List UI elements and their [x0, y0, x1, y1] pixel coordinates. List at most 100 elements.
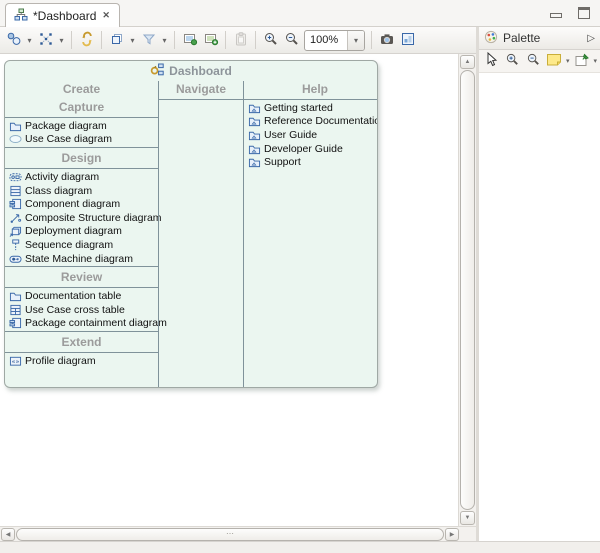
dashboard-item-user-guide[interactable]: User Guide [244, 128, 378, 142]
dashboard-item-sequence-diagram[interactable]: Sequence diagram [5, 238, 158, 252]
zoom-in-icon [263, 31, 279, 50]
zoom-level-combo[interactable]: 100% ▾ [304, 30, 365, 51]
help-folder-icon [247, 115, 261, 128]
tab-dashboard[interactable]: *Dashboard ✕ [5, 3, 120, 27]
create-column-header: Create [5, 81, 158, 98]
synchronize-icon [79, 31, 95, 50]
separator [5, 266, 158, 267]
dashboard-item-use-case-cross-table[interactable]: Use Case cross table [5, 303, 158, 317]
toolbar-separator [371, 31, 372, 49]
scroll-left-button[interactable]: ◀ [1, 528, 15, 541]
zoom-in-icon [505, 52, 520, 70]
dashboard-item-documentation-table[interactable]: Documentation table [5, 289, 158, 303]
zoom-out-icon [526, 52, 541, 70]
dashboard-item-reference-documentation[interactable]: Reference Documentation [244, 115, 378, 129]
select-tool-button[interactable] [481, 51, 501, 72]
palette-header[interactable]: Palette ▷ [479, 27, 600, 50]
dashboard-item-component-diagram[interactable]: Component diagram [5, 197, 158, 211]
palette-expand-icon[interactable]: ▷ [587, 33, 595, 44]
scroll-right-icon: ▶ [450, 531, 455, 538]
zoom-in-button[interactable] [260, 29, 281, 51]
item-label: User Guide [264, 129, 317, 141]
arrange-dropdown[interactable]: ▾ [56, 29, 67, 51]
item-label: Getting started [264, 102, 333, 114]
dashboard-item-getting-started[interactable]: Getting started [244, 101, 378, 115]
minimize-icon[interactable] [550, 13, 562, 18]
view-controls [550, 7, 590, 19]
dashboard-item-package-diagram[interactable]: Package diagram [5, 119, 158, 133]
cursor-icon [485, 52, 498, 70]
dashboard-item-state-machine-diagram[interactable]: State Machine diagram [5, 252, 158, 266]
add-image-button[interactable] [200, 29, 221, 51]
dashboard-title-label: Dashboard [169, 64, 232, 78]
close-icon[interactable]: ✕ [101, 10, 111, 21]
fit-to-window-button[interactable] [397, 29, 418, 51]
dashboard-item-deployment-diagram[interactable]: Deployment diagram [5, 225, 158, 239]
maximize-icon[interactable] [578, 7, 590, 19]
arrange-button[interactable] [35, 29, 56, 51]
copy-appearance-button[interactable] [106, 29, 127, 51]
paste-button[interactable] [230, 29, 251, 51]
zoom-out-icon [284, 31, 300, 50]
palette-body[interactable] [479, 73, 600, 541]
item-label: Support [264, 156, 301, 168]
dashboard-item-composite-structure-diagram[interactable]: Composite Structure diagram [5, 211, 158, 225]
filter-dropdown[interactable]: ▾ [159, 29, 170, 51]
palette-zoom-in-button[interactable] [502, 51, 522, 72]
dashboard-item-use-case-diagram[interactable]: Use Case diagram [5, 133, 158, 147]
palette-panel: Palette ▷ ▾ ▾ [479, 27, 600, 541]
snapshot-button[interactable] [376, 29, 397, 51]
dashboard-columns: Create CapturePackage diagramUse Case di… [5, 81, 377, 387]
scroll-right-button[interactable]: ▶ [445, 528, 459, 541]
add-element-dropdown[interactable]: ▾ [24, 29, 35, 51]
help-folder-icon [247, 128, 261, 141]
separator [5, 168, 158, 169]
copy-appearance-dropdown[interactable]: ▾ [127, 29, 138, 51]
synchronize-button[interactable] [76, 29, 97, 51]
item-label: Use Case cross table [25, 304, 125, 316]
zoom-out-button[interactable] [281, 29, 302, 51]
chevron-down-icon: ▾ [566, 58, 570, 65]
dashboard-item-activity-diagram[interactable]: Activity diagram [5, 170, 158, 184]
filter-button[interactable] [138, 29, 159, 51]
scroll-up-button[interactable]: ▲ [460, 55, 475, 69]
toolbar-separator [174, 31, 175, 49]
dashboard-tab-icon [14, 8, 28, 24]
scroll-down-button[interactable]: ▼ [460, 511, 475, 525]
help-folder-icon [247, 101, 261, 114]
dashboard-item-profile-diagram[interactable]: «»Profile diagram [5, 354, 158, 368]
note-tool-dropdown[interactable]: ▾ [565, 57, 571, 65]
zoom-level-value[interactable]: 100% [305, 34, 347, 46]
add-element-button[interactable] [3, 29, 24, 51]
chevron-down-icon: ▾ [593, 58, 597, 65]
folder-icon [8, 290, 22, 303]
image-plus-icon [203, 31, 219, 50]
dashboard-item-support[interactable]: Support [244, 155, 378, 169]
copy-icon [109, 31, 125, 50]
item-label: Reference Documentation [264, 115, 378, 127]
diagram-toolbar: ▾ ▾ ▾ ▾ [0, 27, 476, 54]
separator [244, 99, 378, 100]
horizontal-scrollbar-thumb[interactable]: ⋯ [16, 528, 444, 541]
copy-image-button[interactable] [179, 29, 200, 51]
shortcut-tool-button[interactable] [572, 51, 592, 72]
shortcut-tool-dropdown[interactable]: ▾ [593, 57, 599, 65]
separator [5, 117, 158, 118]
sequence-icon [8, 238, 22, 251]
dashboard-item-developer-guide[interactable]: Developer Guide [244, 142, 378, 156]
navigate-column: Navigate [158, 81, 243, 387]
vertical-scrollbar-thumb[interactable] [460, 70, 475, 510]
dashboard-panel[interactable]: Dashboard Create CapturePackage diagramU… [4, 60, 378, 388]
dashboard-item-package-containment-diagram[interactable]: Package containment diagram [5, 317, 158, 331]
help-folder-icon [247, 156, 261, 169]
horizontal-scrollbar[interactable]: ◀ ⋯ ▶ [0, 526, 476, 541]
dashboard-item-class-diagram[interactable]: Class diagram [5, 184, 158, 198]
note-tool-button[interactable] [544, 51, 564, 72]
palette-zoom-out-button[interactable] [523, 51, 543, 72]
diagram-canvas[interactable]: Dashboard Create CapturePackage diagramU… [0, 54, 458, 526]
canvas-row: Dashboard Create CapturePackage diagramU… [0, 54, 476, 526]
zoom-combo-dropdown[interactable]: ▾ [347, 31, 364, 50]
vertical-scrollbar[interactable]: ▲ ▼ [458, 54, 476, 526]
scroll-left-icon: ◀ [6, 531, 11, 538]
item-label: Deployment diagram [25, 225, 122, 237]
